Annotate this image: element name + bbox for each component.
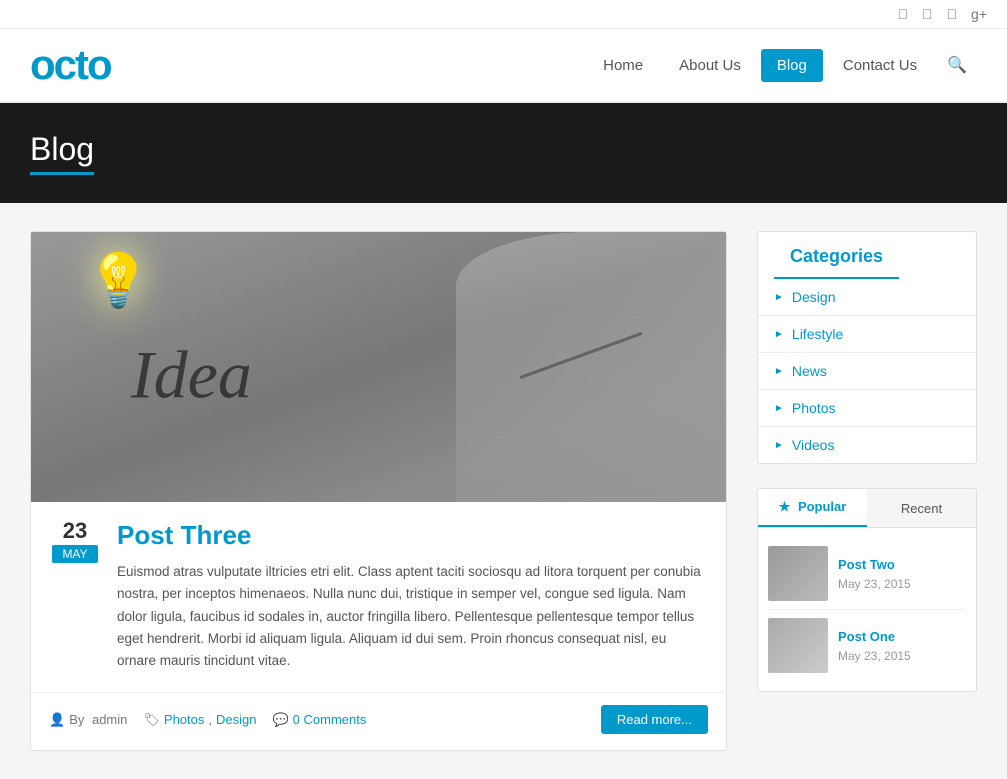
arrow-icon: ► xyxy=(774,329,784,340)
idea-text: Idea xyxy=(131,335,252,414)
popular-post-title-1[interactable]: Post Two xyxy=(838,557,911,572)
comment-icon: 💬 xyxy=(272,712,288,728)
date-month: May xyxy=(52,545,97,563)
categories-section: Categories ► Design ► Lifestyle xyxy=(757,231,977,464)
category-item-lifestyle: ► Lifestyle xyxy=(758,316,976,353)
tags-info: 🏷 Photos, Design xyxy=(143,712,256,728)
user-icon: 👤 xyxy=(49,712,65,728)
sidebar: Categories ► Design ► Lifestyle xyxy=(757,231,977,751)
logo[interactable]: octo xyxy=(30,41,111,89)
logo-text: octo xyxy=(30,41,111,89)
main-container: 💡 Idea 23 May Post Three Euismod atr xyxy=(0,203,1007,779)
category-item-videos: ► Videos xyxy=(758,427,976,463)
content-area: 💡 Idea 23 May Post Three Euismod atr xyxy=(30,231,727,751)
arrow-icon: ► xyxy=(774,366,784,377)
category-label: Lifestyle xyxy=(792,326,843,342)
thumb-image-1 xyxy=(768,546,828,601)
facebook-link[interactable]:  xyxy=(898,6,909,22)
blog-post-card: 💡 Idea 23 May Post Three Euismod atr xyxy=(30,231,727,751)
header: octo Home About Us Blog Contact Us 🔍 xyxy=(0,29,1007,103)
category-link-photos[interactable]: ► Photos xyxy=(758,390,976,426)
category-label: News xyxy=(792,363,827,379)
post-meta-row: 23 May Post Three Euismod atras vulputat… xyxy=(31,502,726,682)
post-info: 👤 By admin 🏷 Photos, Design 💬 0 Comments xyxy=(49,712,366,728)
post-thumb-1 xyxy=(768,546,828,601)
nav-blog[interactable]: Blog xyxy=(761,49,823,82)
post-footer: 👤 By admin 🏷 Photos, Design 💬 0 Comments… xyxy=(31,692,726,750)
category-list: ► Design ► Lifestyle ► News xyxy=(758,279,976,463)
nav-contact[interactable]: Contact Us xyxy=(827,49,933,82)
tag-design[interactable]: Design xyxy=(216,712,256,727)
category-link-videos[interactable]: ► Videos xyxy=(758,427,976,463)
tab-header: ★ Popular Recent xyxy=(758,489,976,528)
category-item-photos: ► Photos xyxy=(758,390,976,427)
post-image-inner: 💡 Idea xyxy=(31,232,726,502)
category-label: Photos xyxy=(792,400,836,416)
recent-tab[interactable]: Recent xyxy=(867,489,976,527)
tag-photos[interactable]: Photos xyxy=(164,712,204,727)
lightbulb-icon: 💡 xyxy=(86,250,151,311)
popular-post-item-2: Post One May 23, 2015 xyxy=(768,610,966,681)
category-label: Videos xyxy=(792,437,835,453)
popular-tab-label: Popular xyxy=(798,499,846,514)
popular-tab[interactable]: ★ Popular xyxy=(758,489,867,527)
post-image: 💡 Idea xyxy=(31,232,726,502)
author-name: admin xyxy=(88,712,127,727)
popular-post-item-1: Post Two May 23, 2015 xyxy=(768,538,966,610)
post-title[interactable]: Post Three xyxy=(117,520,708,551)
categories-title: Categories xyxy=(774,232,899,279)
tag-icon: 🏷 xyxy=(143,712,160,728)
category-label: Design xyxy=(792,289,836,305)
comments-link[interactable]: 0 Comments xyxy=(293,712,367,727)
category-item-news: ► News xyxy=(758,353,976,390)
tab-section: ★ Popular Recent Post Two May 23, 2015 xyxy=(757,488,977,692)
main-nav: Home About Us Blog Contact Us 🔍 xyxy=(587,47,977,83)
popular-post-date-1: May 23, 2015 xyxy=(838,577,911,591)
nav-about[interactable]: About Us xyxy=(663,49,757,82)
arrow-icon: ► xyxy=(774,403,784,414)
person-figure xyxy=(456,232,726,502)
post-title-area: Post Three Euismod atras vulputate iltri… xyxy=(117,520,708,672)
category-link-lifestyle[interactable]: ► Lifestyle xyxy=(758,316,976,352)
popular-post-date-2: May 23, 2015 xyxy=(838,649,911,663)
googleplus-link[interactable]: g+ xyxy=(971,6,987,22)
recent-tab-label: Recent xyxy=(901,501,942,516)
author-info: 👤 By admin xyxy=(49,712,127,728)
page-title: Blog xyxy=(30,131,94,175)
read-more-button[interactable]: Read more... xyxy=(601,705,708,734)
category-item-design: ► Design xyxy=(758,279,976,316)
post-thumb-2 xyxy=(768,618,828,673)
post-excerpt: Euismod atras vulputate iltricies etri e… xyxy=(117,561,708,672)
arrow-icon: ► xyxy=(774,440,784,451)
popular-post-info-1: Post Two May 23, 2015 xyxy=(838,557,911,591)
arrow-icon: ► xyxy=(774,292,784,303)
linkedin-link[interactable]:  xyxy=(922,6,933,22)
comments-info: 💬 0 Comments xyxy=(272,712,366,728)
page-banner: Blog xyxy=(0,103,1007,203)
twitter-link[interactable]:  xyxy=(947,6,958,22)
category-link-design[interactable]: ► Design xyxy=(758,279,976,315)
thumb-image-2 xyxy=(768,618,828,673)
category-link-news[interactable]: ► News xyxy=(758,353,976,389)
star-icon: ★ xyxy=(779,499,791,514)
popular-posts-list: Post Two May 23, 2015 Post One May 23, 2… xyxy=(758,528,976,691)
popular-post-title-2[interactable]: Post One xyxy=(838,629,911,644)
social-bar:    g+ xyxy=(0,0,1007,29)
nav-home[interactable]: Home xyxy=(587,49,659,82)
search-button[interactable]: 🔍 xyxy=(937,47,977,83)
date-badge: 23 May xyxy=(49,520,101,563)
date-day: 23 xyxy=(63,520,87,542)
popular-post-info-2: Post One May 23, 2015 xyxy=(838,629,911,663)
